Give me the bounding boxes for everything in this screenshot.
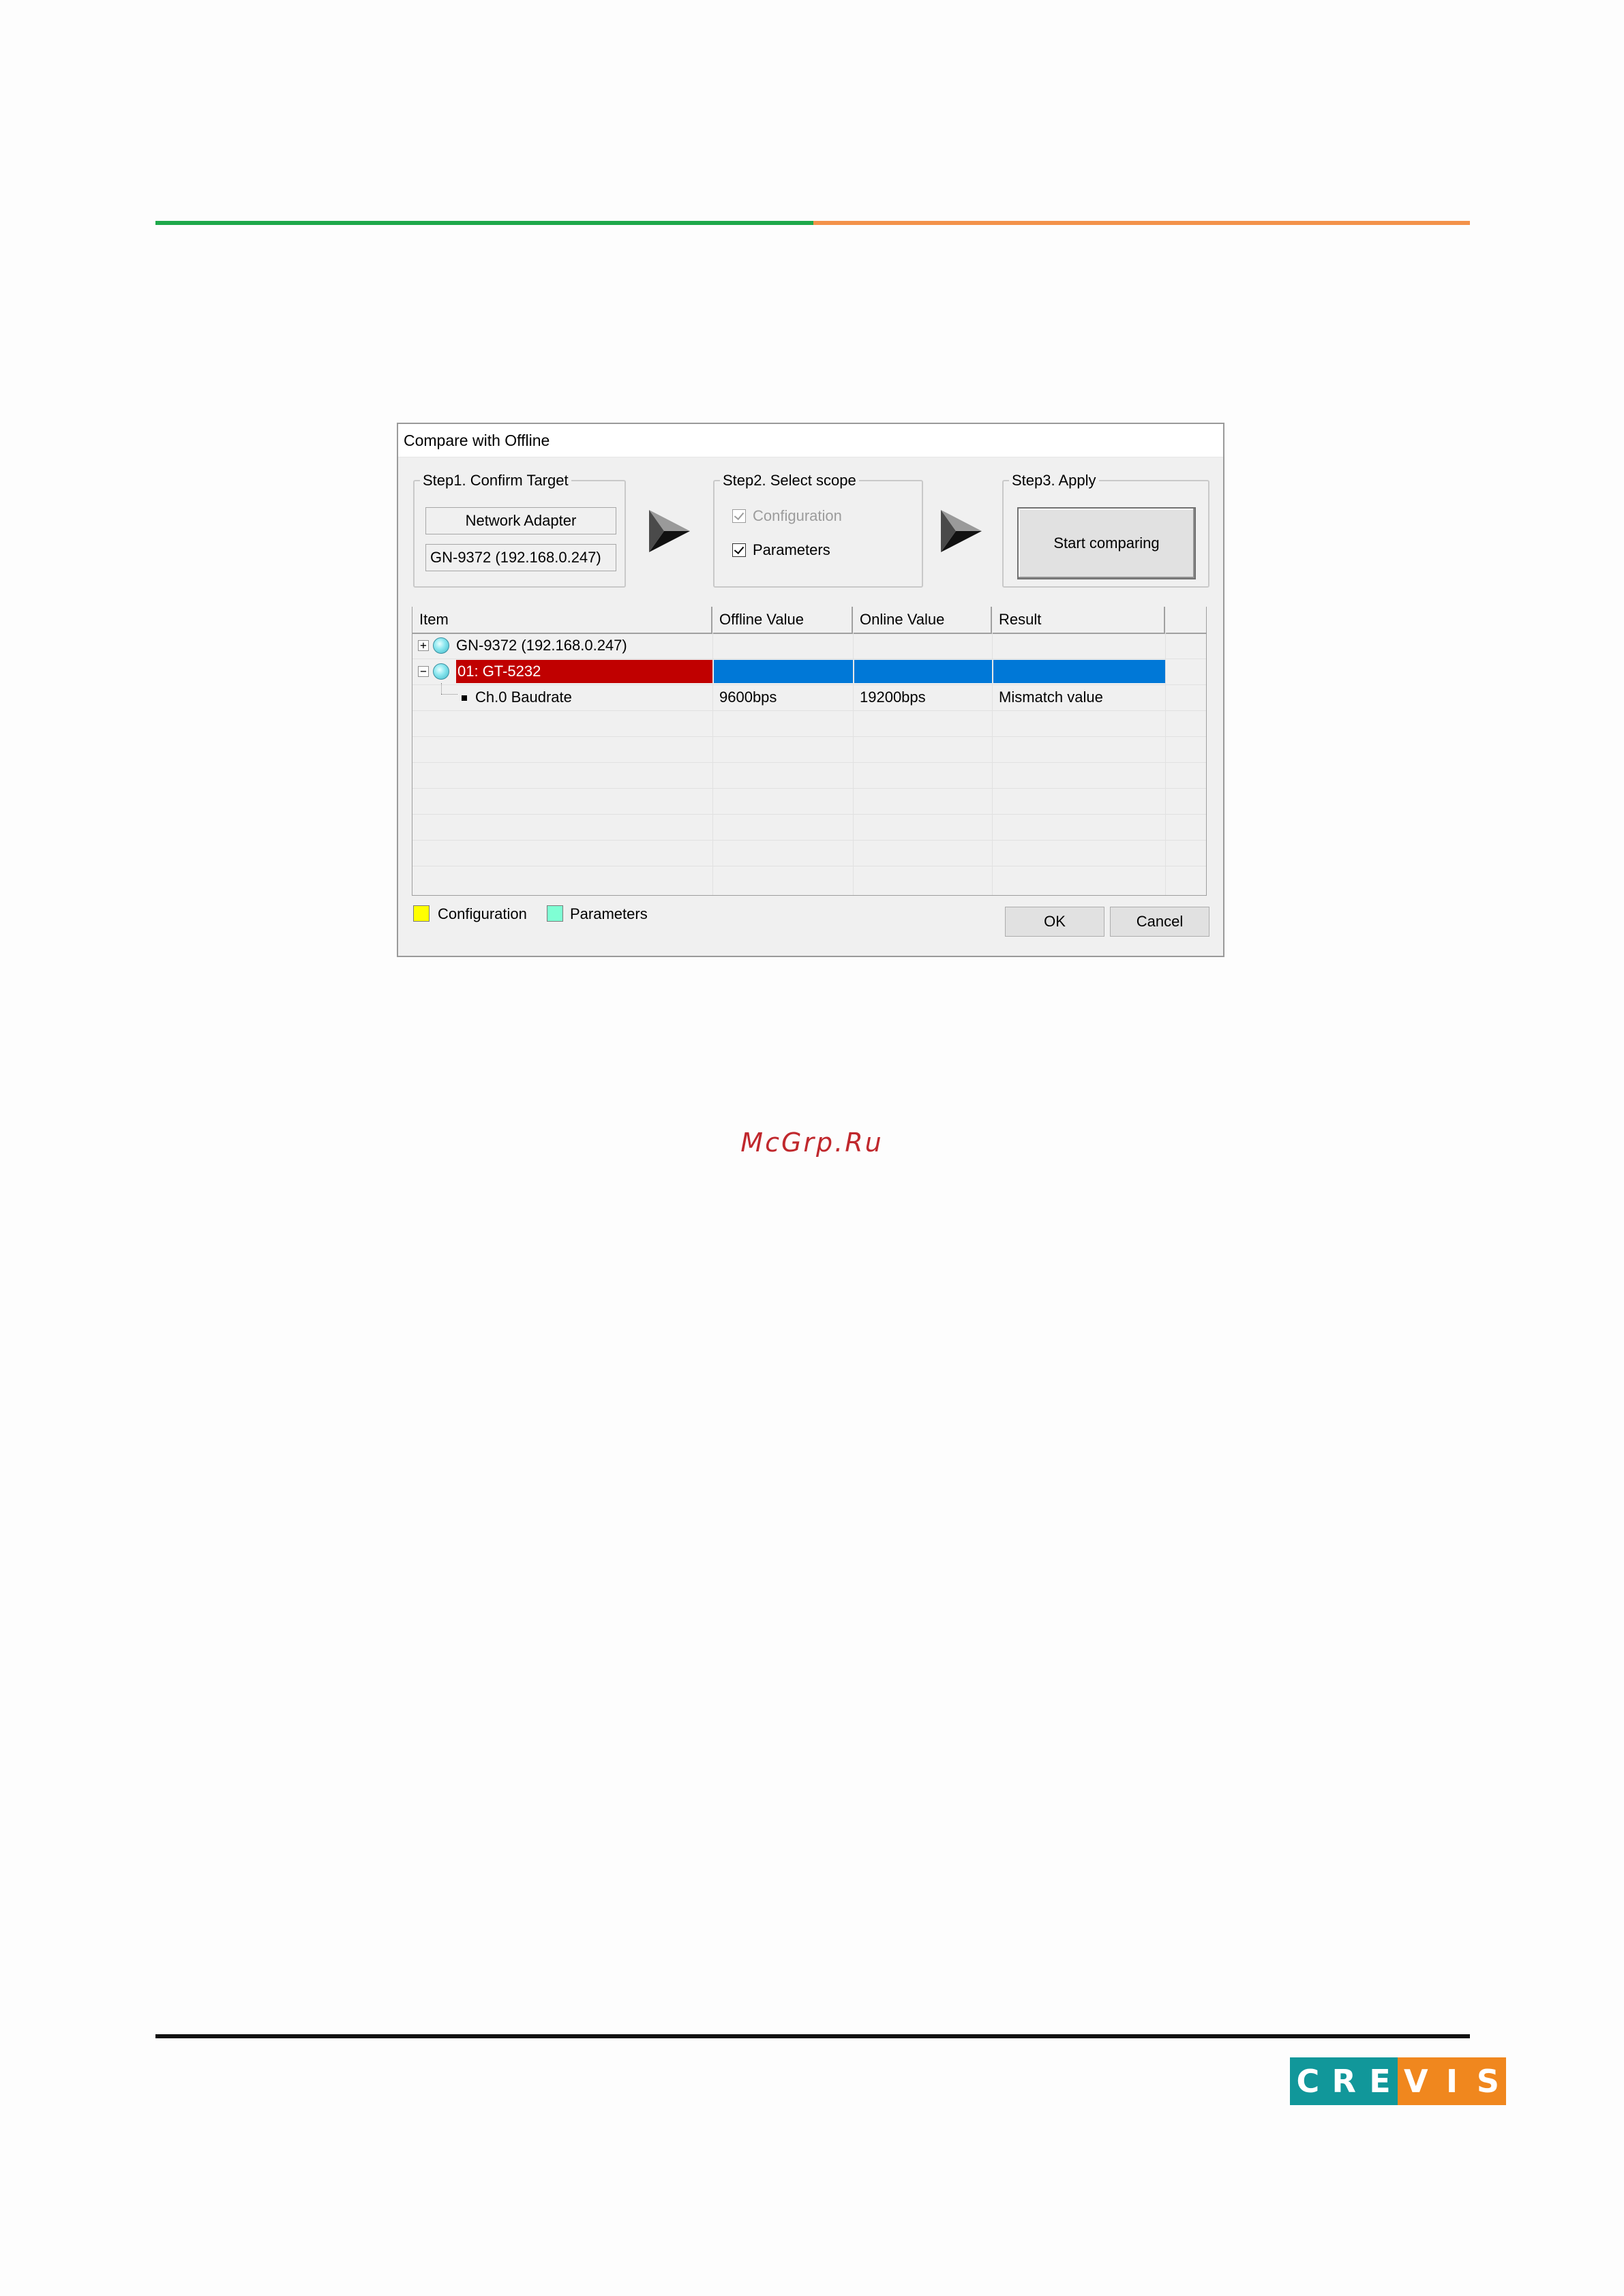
logo-letter: E xyxy=(1362,2057,1398,2105)
step2-group: Step2. Select scope xyxy=(713,472,923,588)
parameter-bullet-icon xyxy=(462,695,467,701)
grid-row-line xyxy=(412,762,1206,763)
column-header-online-value[interactable]: Online Value xyxy=(853,607,992,633)
grid-row-line xyxy=(412,840,1206,841)
selected-row-separator xyxy=(992,660,993,683)
target-device-field: GN-9372 (192.168.0.247) xyxy=(425,544,616,571)
selected-row-separator xyxy=(853,660,854,683)
step1-legend: Step1. Confirm Target xyxy=(423,472,569,489)
logo-letter: S xyxy=(1469,2057,1506,2105)
logo-letter: R xyxy=(1325,2057,1362,2105)
row-item: Ch.0 Baudrate xyxy=(475,689,572,706)
collapse-icon[interactable]: − xyxy=(418,666,429,677)
network-node-icon xyxy=(433,637,449,654)
tree-connector xyxy=(441,683,442,694)
table-row[interactable]: − 01: GT-5232 xyxy=(412,659,1165,684)
row-result: Mismatch value xyxy=(999,689,1103,706)
parameters-legend-label: Parameters xyxy=(570,905,648,922)
grid-row-line xyxy=(412,710,1206,711)
selected-row-highlight xyxy=(714,660,1165,683)
step-arrow-icon xyxy=(941,510,982,552)
parameters-checkbox[interactable] xyxy=(732,543,746,557)
grid-row-line xyxy=(412,814,1206,815)
step3-legend: Step3. Apply xyxy=(1012,472,1096,489)
row-item: GN-9372 (192.168.0.247) xyxy=(456,637,627,654)
step-arrow-icon xyxy=(649,510,690,552)
logo-letter: V xyxy=(1398,2057,1434,2105)
logo-letter: I xyxy=(1434,2057,1470,2105)
grid-column-line xyxy=(1165,633,1166,895)
grid-row-line xyxy=(412,788,1206,789)
cancel-button[interactable]: Cancel xyxy=(1110,907,1209,937)
logo-letter: C xyxy=(1290,2057,1326,2105)
column-header-item[interactable]: Item xyxy=(412,607,712,633)
configuration-legend-swatch xyxy=(413,905,430,922)
configuration-checkbox-label: Configuration xyxy=(753,507,842,524)
column-header-offline-value[interactable]: Offline Value xyxy=(712,607,853,633)
dialog-title: Compare with Offline xyxy=(404,432,550,449)
row-online-value: 19200bps xyxy=(860,689,926,706)
tree-connector xyxy=(441,694,457,695)
watermark-text: McGrp.Ru xyxy=(740,1128,884,1158)
start-comparing-button[interactable]: Start comparing xyxy=(1017,507,1196,579)
configuration-checkbox[interactable] xyxy=(732,509,746,523)
grid-header: Item Offline Value Online Value Result xyxy=(412,607,1206,634)
row-item: 01: GT-5232 xyxy=(457,663,541,680)
crevis-logo: C R E V I S xyxy=(1290,2057,1506,2105)
table-row[interactable]: + GN-9372 (192.168.0.247) xyxy=(412,633,1165,659)
configuration-checkbox-row[interactable]: Configuration xyxy=(732,507,842,525)
dialog-titlebar: Compare with Offline xyxy=(398,424,1223,457)
parameters-legend-swatch xyxy=(547,905,563,922)
compare-with-offline-dialog: Compare with Offline Step1. Confirm Targ… xyxy=(397,423,1224,957)
table-row[interactable]: Ch.0 Baudrate 9600bps 19200bps Mismatch … xyxy=(412,683,1165,710)
top-rule-orange xyxy=(813,221,1470,225)
module-node-icon xyxy=(433,663,449,680)
target-type-field: Network Adapter xyxy=(425,507,616,534)
column-header-result[interactable]: Result xyxy=(992,607,1165,633)
grid-row-line xyxy=(412,736,1206,737)
top-rule xyxy=(155,221,1470,225)
ok-button[interactable]: OK xyxy=(1005,907,1104,937)
parameters-checkbox-label: Parameters xyxy=(753,541,830,558)
top-rule-green xyxy=(155,221,813,225)
step2-legend: Step2. Select scope xyxy=(723,472,856,489)
row-offline-value: 9600bps xyxy=(719,689,777,706)
parameters-checkbox-row[interactable]: Parameters xyxy=(732,541,830,559)
expand-icon[interactable]: + xyxy=(418,640,429,651)
compare-results-grid[interactable]: Item Offline Value Online Value Result +… xyxy=(412,607,1207,896)
bottom-rule xyxy=(155,2034,1470,2038)
configuration-legend-label: Configuration xyxy=(438,905,527,922)
